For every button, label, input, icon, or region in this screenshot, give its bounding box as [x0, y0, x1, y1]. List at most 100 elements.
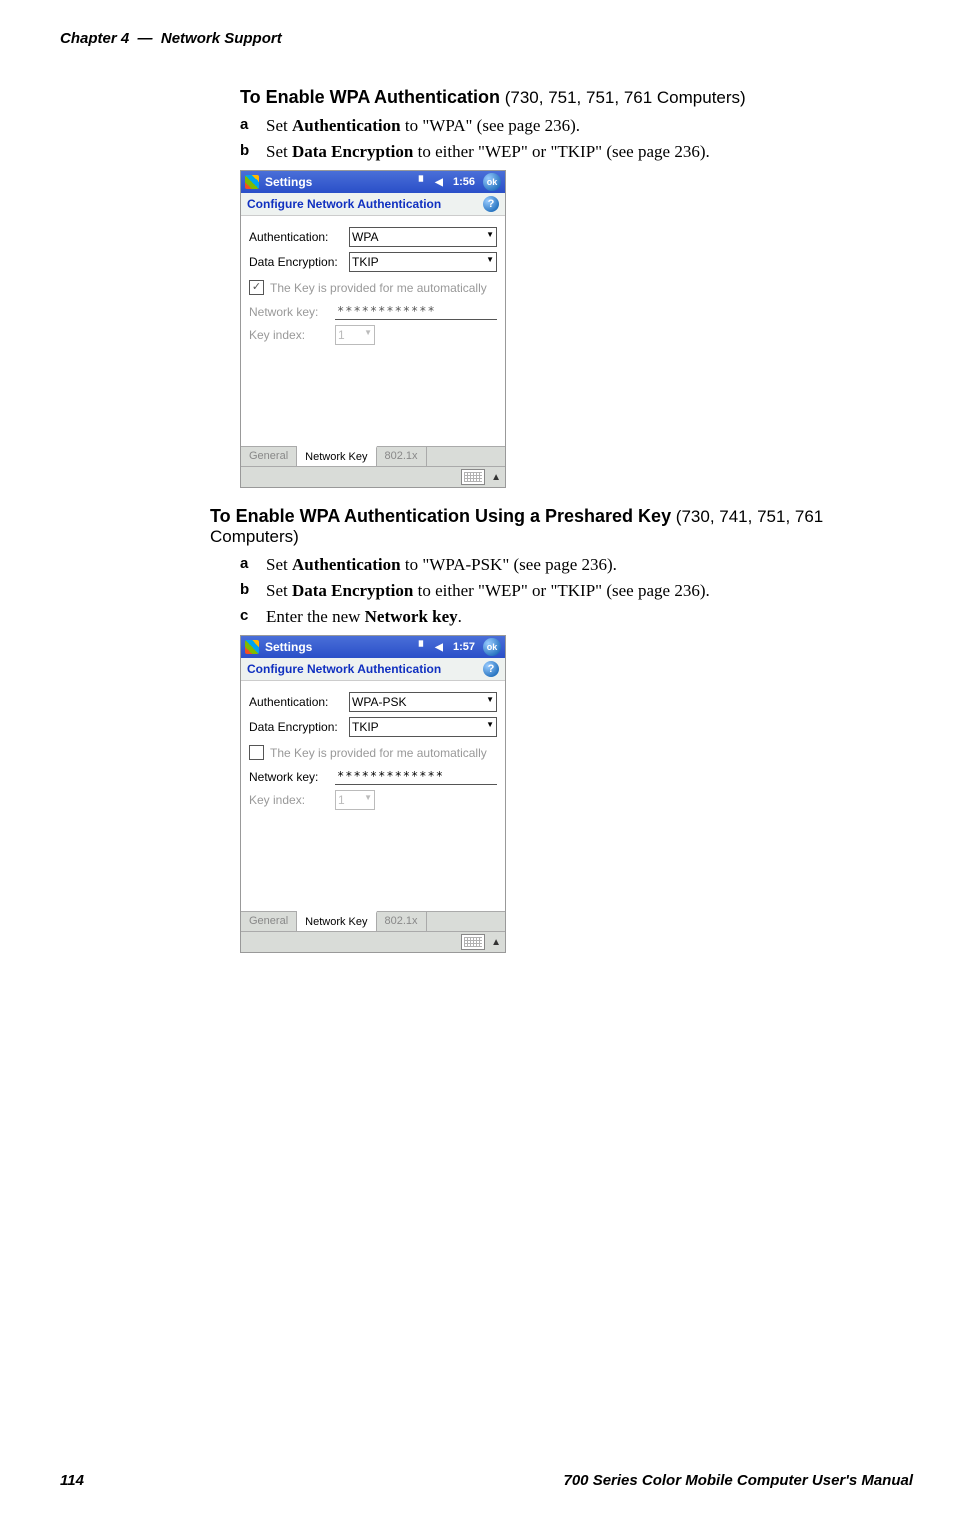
sip-arrow-icon[interactable]: ▲ [491, 937, 501, 948]
key-index-label: Key index: [249, 793, 335, 807]
step-marker: b [240, 581, 266, 601]
windows-flag-icon[interactable] [245, 640, 259, 654]
key-index-dropdown: 1 ▼ [335, 790, 375, 810]
auth-dropdown[interactable]: WPA-PSK ▼ [349, 692, 497, 712]
step-pre: Set [266, 142, 292, 161]
page-footer: 114 700 Series Color Mobile Computer Use… [60, 1472, 913, 1489]
step-pre: Set [266, 116, 292, 135]
chapter-title: Network Support [161, 30, 282, 47]
chevron-down-icon: ▼ [486, 720, 494, 729]
step-marker: a [240, 555, 266, 575]
chevron-down-icon: ▼ [364, 793, 372, 802]
step-marker: a [240, 116, 266, 136]
keyboard-icon[interactable] [461, 469, 485, 485]
pda-subtitle-bar: Configure Network Authentication ? [241, 193, 505, 216]
sip-bar: ▲ [241, 466, 505, 487]
section2-heading-bold: To Enable WPA Authentication Using a Pre… [210, 506, 671, 526]
section1-heading: To Enable WPA Authentication (730, 751, … [240, 87, 913, 108]
network-key-row: Network key: [249, 768, 497, 785]
section2-step-b: b Set Data Encryption to either "WEP" or… [240, 581, 913, 601]
subtitle-text: Configure Network Authentication [247, 662, 441, 676]
step-bold: Authentication [292, 116, 401, 135]
auth-dropdown[interactable]: WPA ▼ [349, 227, 497, 247]
step-post: to "WPA-PSK" (see page 236). [401, 555, 617, 574]
connectivity-icon[interactable]: ▝ [412, 175, 426, 189]
sip-arrow-icon[interactable]: ▲ [491, 472, 501, 483]
encryption-dropdown[interactable]: TKIP ▼ [349, 717, 497, 737]
step-marker: b [240, 142, 266, 162]
tab-bar: General Network Key 802.1x [241, 911, 505, 931]
auth-value: WPA [352, 230, 378, 244]
step-pre: Set [266, 555, 292, 574]
auto-key-checkbox: ✓ [249, 280, 264, 295]
auto-key-checkbox-row: The Key is provided for me automatically [249, 745, 497, 760]
network-key-row: Network key: [249, 303, 497, 320]
tab-8021x[interactable]: 802.1x [377, 447, 427, 466]
help-icon[interactable]: ? [483, 196, 499, 212]
key-index-value: 1 [338, 793, 345, 807]
keyboard-icon[interactable] [461, 934, 485, 950]
chevron-down-icon: ▼ [486, 695, 494, 704]
step-text: Set Authentication to "WPA-PSK" (see pag… [266, 555, 617, 575]
section1-heading-light: (730, 751, 751, 761 Computers) [500, 88, 746, 107]
speaker-icon[interactable]: ◀ [432, 640, 446, 654]
auto-key-label: The Key is provided for me automatically [270, 746, 487, 760]
auto-key-label: The Key is provided for me automatically [270, 281, 487, 295]
windows-flag-icon[interactable] [245, 175, 259, 189]
speaker-icon[interactable]: ◀ [432, 175, 446, 189]
section2-step-a: a Set Authentication to "WPA-PSK" (see p… [240, 555, 913, 575]
encryption-row: Data Encryption: TKIP ▼ [249, 717, 497, 737]
step-bold: Data Encryption [292, 581, 413, 600]
encryption-value: TKIP [352, 255, 379, 269]
network-key-input [335, 303, 497, 320]
chapter-label: Chapter 4 [60, 30, 129, 47]
step-post: to either "WEP" or "TKIP" (see page 236)… [413, 581, 709, 600]
section1-step-b: b Set Data Encryption to either "WEP" or… [240, 142, 913, 162]
pda-titlebar: Settings ▝ ◀ 1:56 ok [241, 171, 505, 193]
key-index-dropdown: 1 ▼ [335, 325, 375, 345]
tab-general[interactable]: General [241, 912, 297, 931]
auth-row: Authentication: WPA-PSK ▼ [249, 692, 497, 712]
auth-value: WPA-PSK [352, 695, 406, 709]
ok-button[interactable]: ok [483, 638, 501, 656]
key-index-row: Key index: 1 ▼ [249, 790, 497, 810]
step-bold: Data Encryption [292, 142, 413, 161]
chevron-down-icon: ▼ [486, 255, 494, 264]
auth-label: Authentication: [249, 695, 349, 709]
step-marker: c [240, 607, 266, 627]
auth-label: Authentication: [249, 230, 349, 244]
encryption-value: TKIP [352, 720, 379, 734]
key-index-label: Key index: [249, 328, 335, 342]
network-key-input[interactable] [335, 768, 497, 785]
step-post: . [458, 607, 462, 626]
section2-heading: To Enable WPA Authentication Using a Pre… [210, 506, 913, 547]
tab-network-key[interactable]: Network Key [297, 446, 376, 466]
step-text: Set Authentication to "WPA" (see page 23… [266, 116, 580, 136]
network-key-label: Network key: [249, 770, 335, 784]
section2-step-c: c Enter the new Network key. [240, 607, 913, 627]
header-sep: — [138, 30, 153, 47]
help-icon[interactable]: ? [483, 661, 499, 677]
step-post: to either "WEP" or "TKIP" (see page 236)… [413, 142, 709, 161]
step-text: Set Data Encryption to either "WEP" or "… [266, 142, 710, 162]
manual-title: 700 Series Color Mobile Computer User's … [564, 1472, 914, 1489]
tab-8021x[interactable]: 802.1x [377, 912, 427, 931]
step-text: Set Data Encryption to either "WEP" or "… [266, 581, 710, 601]
screenshot-wpa-psk: Settings ▝ ◀ 1:57 ok Configure Network A… [240, 635, 506, 953]
titlebar-title: Settings [265, 175, 312, 189]
pda-subtitle-bar: Configure Network Authentication ? [241, 658, 505, 681]
auto-key-checkbox [249, 745, 264, 760]
section1-step-a: a Set Authentication to "WPA" (see page … [240, 116, 913, 136]
ok-button[interactable]: ok [483, 173, 501, 191]
subtitle-text: Configure Network Authentication [247, 197, 441, 211]
step-bold: Network key [365, 607, 458, 626]
sip-bar: ▲ [241, 931, 505, 952]
chevron-down-icon: ▼ [364, 328, 372, 337]
connectivity-icon[interactable]: ▝ [412, 640, 426, 654]
encryption-label: Data Encryption: [249, 255, 349, 269]
tab-general[interactable]: General [241, 447, 297, 466]
auto-key-checkbox-row: ✓ The Key is provided for me automatical… [249, 280, 497, 295]
encryption-dropdown[interactable]: TKIP ▼ [349, 252, 497, 272]
tab-network-key[interactable]: Network Key [297, 911, 376, 931]
clock: 1:56 [453, 176, 475, 188]
